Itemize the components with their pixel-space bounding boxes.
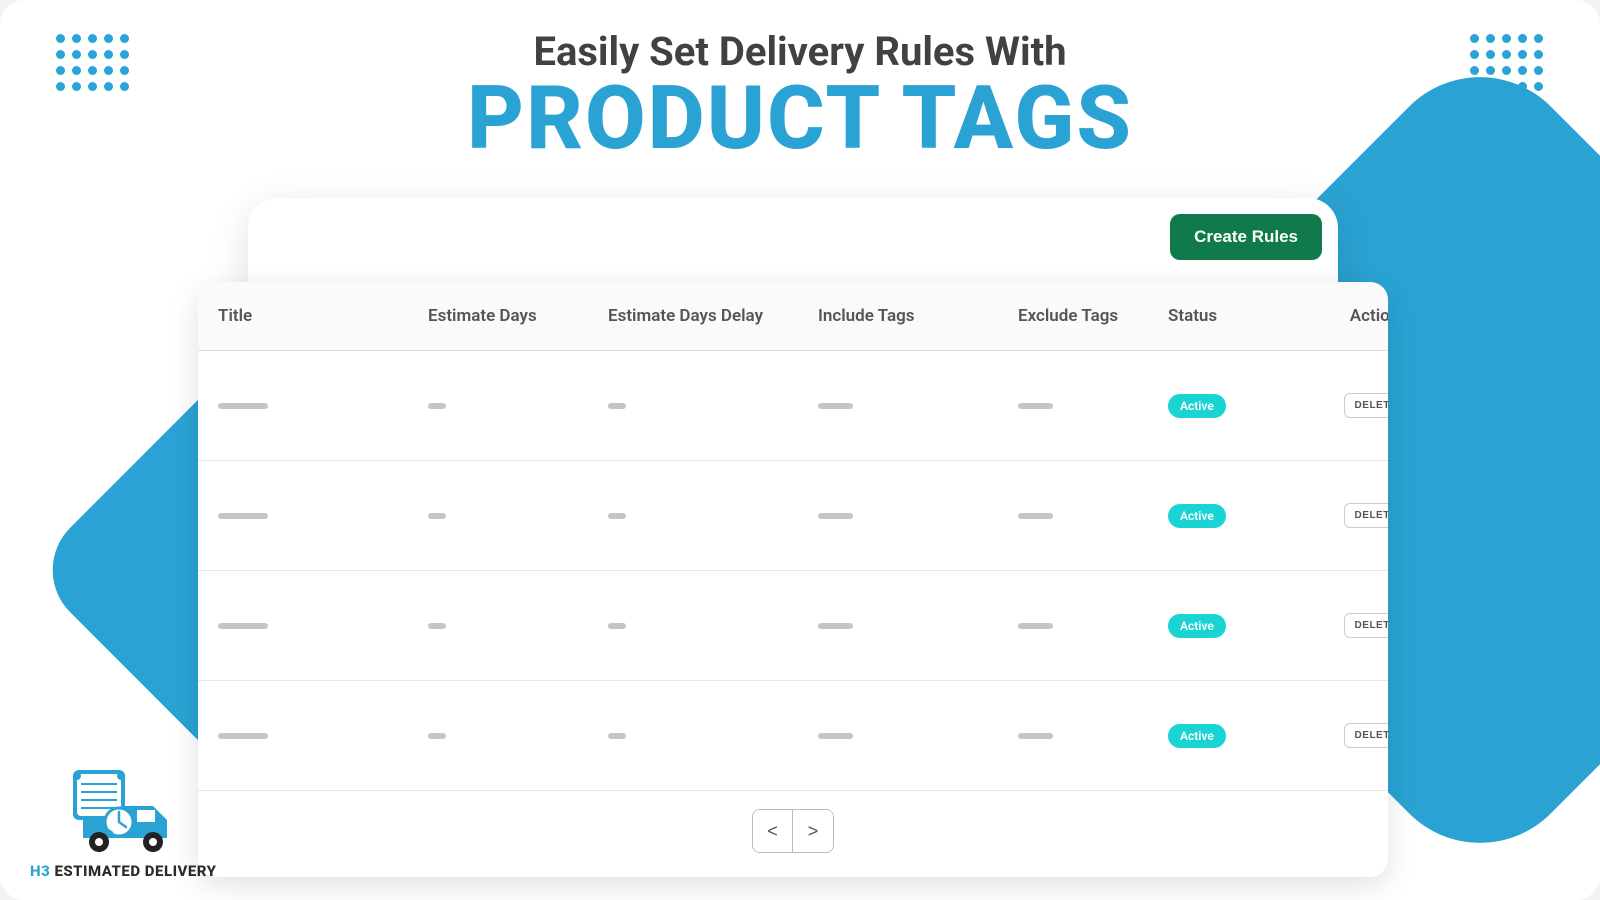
- page-heading: Easily Set Delivery Rules With PRODUCT T…: [467, 28, 1133, 163]
- placeholder: [218, 733, 268, 739]
- placeholder: [218, 403, 268, 409]
- pagination: < >: [198, 791, 1388, 877]
- pager-prev-button[interactable]: <: [753, 810, 793, 852]
- status-badge: Active: [1168, 394, 1226, 418]
- decorative-dots-top-left: [56, 34, 130, 92]
- status-badge: Active: [1168, 504, 1226, 528]
- placeholder: [818, 403, 853, 409]
- placeholder: [1018, 623, 1053, 629]
- placeholder: [818, 733, 853, 739]
- placeholder: [608, 513, 626, 519]
- logo-product: ESTIMATED DELIVERY: [50, 862, 216, 880]
- status-badge: Active: [1168, 614, 1226, 638]
- create-rules-button[interactable]: Create Rules: [1170, 214, 1322, 260]
- placeholder: [218, 513, 268, 519]
- placeholder: [218, 623, 268, 629]
- placeholder: [1018, 733, 1053, 739]
- table-header-row: Title Estimate Days Estimate Days Delay …: [198, 282, 1388, 351]
- placeholder: [608, 733, 626, 739]
- placeholder: [818, 623, 853, 629]
- logo: H3 ESTIMATED DELIVERY: [30, 766, 217, 880]
- table-row: Active DELETE: [198, 351, 1388, 461]
- placeholder: [608, 403, 626, 409]
- col-actions: Actions: [1308, 306, 1388, 326]
- delete-button[interactable]: DELETE: [1344, 393, 1388, 418]
- col-exclude-tags: Exclude Tags: [1018, 306, 1168, 326]
- logo-text: H3 ESTIMATED DELIVERY: [30, 862, 217, 880]
- col-estimate-delay: Estimate Days Delay: [608, 306, 818, 326]
- table-row: Active DELETE: [198, 461, 1388, 571]
- placeholder: [818, 513, 853, 519]
- rules-table: Title Estimate Days Estimate Days Delay …: [198, 282, 1388, 877]
- placeholder: [1018, 403, 1053, 409]
- heading-line-2: PRODUCT TAGS: [467, 75, 1133, 163]
- table-row: Active DELETE: [198, 571, 1388, 681]
- placeholder: [608, 623, 626, 629]
- col-status: Status: [1168, 306, 1308, 326]
- pager-next-button[interactable]: >: [793, 810, 833, 852]
- status-badge: Active: [1168, 724, 1226, 748]
- col-estimate-days: Estimate Days: [428, 306, 608, 326]
- col-title: Title: [218, 306, 428, 326]
- delete-button[interactable]: DELETE: [1344, 503, 1388, 528]
- placeholder: [428, 403, 446, 409]
- delivery-truck-icon: [63, 766, 183, 856]
- table-row: Active DELETE: [198, 681, 1388, 791]
- placeholder: [428, 733, 446, 739]
- delete-button[interactable]: DELETE: [1344, 723, 1388, 748]
- delete-button[interactable]: DELETE: [1344, 613, 1388, 638]
- col-include-tags: Include Tags: [818, 306, 1018, 326]
- decorative-dots-top-right: [1470, 34, 1544, 92]
- placeholder: [428, 623, 446, 629]
- placeholder: [428, 513, 446, 519]
- placeholder: [1018, 513, 1053, 519]
- logo-brand: H3: [30, 862, 50, 880]
